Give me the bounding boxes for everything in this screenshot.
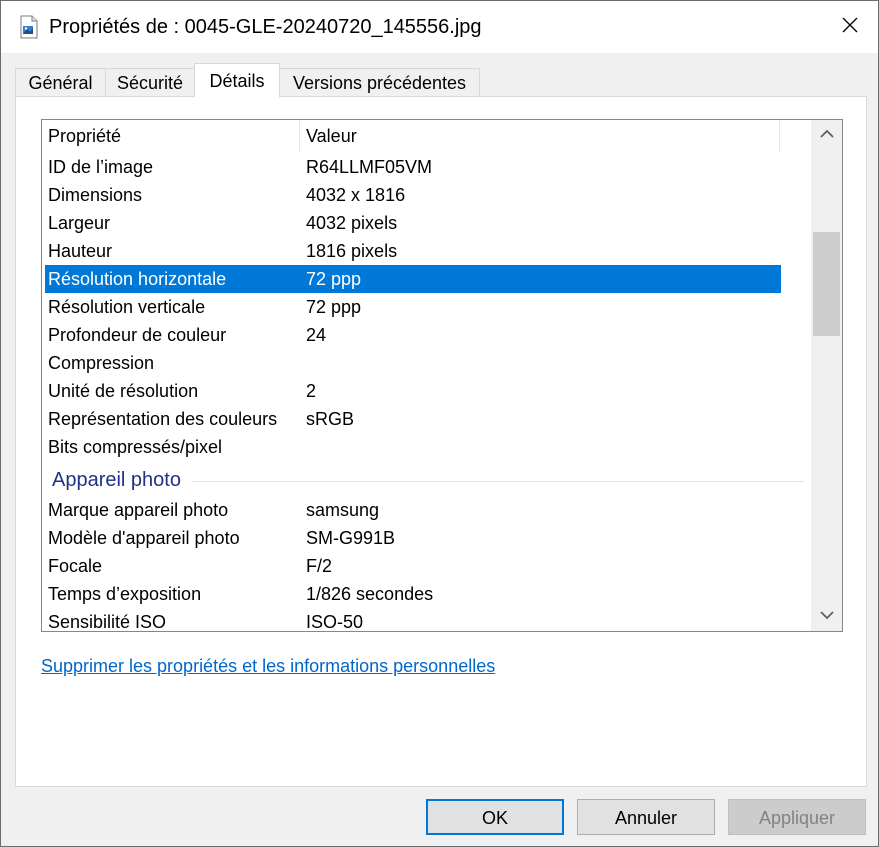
properties-list[interactable]: Propriété Valeur ID de l’image R64LLMF05… [41, 119, 843, 632]
list-item[interactable]: Résolution verticale 72 ppp [45, 293, 781, 321]
list-item[interactable]: Hauteur 1816 pixels [45, 237, 781, 265]
list-item-selected[interactable]: Résolution horizontale 72 ppp [45, 265, 781, 293]
group-label: Appareil photo [52, 469, 181, 491]
list-item[interactable]: Unité de résolution 2 [45, 377, 781, 405]
list-item[interactable]: Focale F/2 [45, 552, 781, 580]
chevron-down-icon [819, 607, 834, 625]
property-value: 4032 x 1816 [306, 185, 406, 205]
vertical-scrollbar[interactable] [811, 120, 842, 631]
property-value: SM-G991B [306, 528, 396, 548]
list-item[interactable]: Dimensions 4032 x 1816 [45, 181, 781, 209]
list-item[interactable]: Marque appareil photo samsung [45, 496, 781, 524]
scrollbar-thumb[interactable] [813, 232, 840, 336]
tab-strip: Général Sécurité Détails Versions précéd… [15, 63, 867, 98]
property-name: Modèle d'appareil photo [48, 528, 240, 548]
group-header-camera[interactable]: Appareil photo [42, 466, 812, 496]
list-item[interactable]: Profondeur de couleur 24 [45, 321, 781, 349]
list-header: Propriété Valeur [42, 120, 812, 152]
list-item[interactable]: ID de l’image R64LLMF05VM [45, 153, 781, 181]
property-value: 72 ppp [306, 269, 362, 289]
property-name: Sensibilité ISO [48, 612, 167, 632]
property-value: F/2 [306, 556, 333, 576]
list-item[interactable]: Bits compressés/pixel [45, 433, 781, 461]
property-name: Profondeur de couleur [48, 325, 227, 345]
list-item[interactable]: Modèle d'appareil photo SM-G991B [45, 524, 781, 552]
tab-details[interactable]: Détails [194, 63, 280, 98]
property-name: Résolution verticale [48, 297, 206, 317]
property-value: 72 ppp [306, 297, 362, 317]
property-name: Résolution horizontale [48, 269, 227, 289]
tab-general[interactable]: Général [15, 68, 106, 97]
tab-security[interactable]: Sécurité [105, 68, 195, 97]
scroll-down-button[interactable] [811, 601, 842, 631]
scroll-up-button[interactable] [811, 120, 842, 150]
property-name: Dimensions [48, 185, 143, 205]
property-name: Temps d’exposition [48, 584, 202, 604]
details-panel: Propriété Valeur ID de l’image R64LLMF05… [15, 96, 867, 787]
list-item[interactable]: Sensibilité ISO ISO-50 [45, 608, 781, 632]
property-value: samsung [306, 500, 380, 520]
property-value: 1816 pixels [306, 241, 398, 261]
tab-previous-versions[interactable]: Versions précédentes [279, 68, 480, 97]
column-header-value[interactable]: Valeur [300, 120, 780, 152]
property-name: Bits compressés/pixel [48, 437, 223, 457]
property-value: R64LLMF05VM [306, 157, 433, 177]
title-bar[interactable]: Propriétés de : 0045-GLE-20240720_145556… [1, 1, 878, 53]
close-icon [842, 17, 858, 38]
property-value: ISO-50 [306, 612, 364, 632]
ok-button[interactable]: OK [426, 799, 564, 835]
property-name: Compression [48, 353, 155, 373]
property-name: Unité de résolution [48, 381, 199, 401]
property-value: 4032 pixels [306, 213, 398, 233]
list-item[interactable]: Largeur 4032 pixels [45, 209, 781, 237]
list-item[interactable]: Temps d’exposition 1/826 secondes [45, 580, 781, 608]
list-item[interactable]: Représentation des couleurs sRGB [45, 405, 781, 433]
remove-properties-link[interactable]: Supprimer les propriétés et les informat… [41, 654, 495, 678]
list-item[interactable]: Compression [45, 349, 781, 377]
property-name: Hauteur [48, 241, 113, 261]
property-name: Largeur [48, 213, 111, 233]
apply-button[interactable]: Appliquer [728, 799, 866, 835]
close-button[interactable] [822, 1, 878, 53]
property-name: Focale [48, 556, 103, 576]
properties-dialog: Propriétés de : 0045-GLE-20240720_145556… [0, 0, 879, 847]
column-header-property[interactable]: Propriété [42, 120, 300, 152]
property-name: ID de l’image [48, 157, 154, 177]
property-name: Représentation des couleurs [48, 409, 278, 429]
property-name: Marque appareil photo [48, 500, 229, 520]
property-value: 24 [306, 325, 327, 345]
property-value: 2 [306, 381, 317, 401]
image-file-icon [19, 15, 39, 39]
window-title: Propriétés de : 0045-GLE-20240720_145556… [49, 16, 482, 38]
cancel-button[interactable]: Annuler [577, 799, 715, 835]
group-divider [192, 481, 804, 482]
property-value: 1/826 secondes [306, 584, 434, 604]
chevron-up-icon [819, 126, 834, 144]
property-value: sRGB [306, 409, 355, 429]
